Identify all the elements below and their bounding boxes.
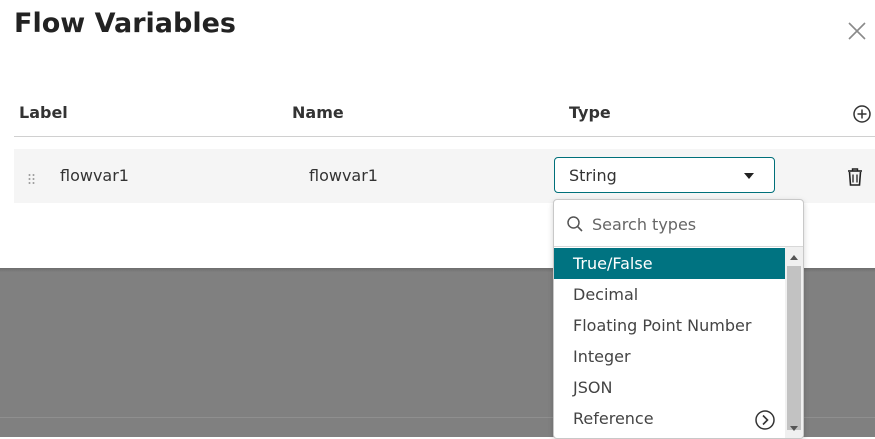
type-select-value: String	[569, 166, 617, 185]
column-header-name: Name	[292, 103, 344, 122]
option-json[interactable]: JSON	[554, 372, 785, 403]
trash-icon[interactable]	[846, 167, 864, 187]
option-decimal[interactable]: Decimal	[554, 279, 785, 310]
header-divider	[14, 136, 875, 137]
search-divider	[554, 246, 803, 247]
scrollbar-thumb[interactable]	[787, 266, 801, 430]
type-dropdown-menu: True/False Decimal Floating Point Number…	[553, 199, 804, 439]
column-header-label: Label	[19, 103, 68, 122]
option-integer[interactable]: Integer	[554, 341, 785, 372]
drag-handle-icon[interactable]	[27, 173, 37, 185]
plus-circle-icon[interactable]	[852, 104, 872, 124]
caret-down-icon	[744, 173, 754, 179]
search-icon	[567, 216, 583, 232]
search-types-input[interactable]	[592, 209, 792, 239]
close-icon[interactable]	[845, 19, 869, 43]
row-name-cell[interactable]: flowvar1	[309, 166, 378, 185]
scroll-up-arrow-icon[interactable]	[789, 253, 799, 261]
option-true-false[interactable]: True/False	[554, 248, 785, 279]
row-label-cell[interactable]: flowvar1	[60, 166, 129, 185]
option-reference[interactable]: Reference	[554, 403, 785, 434]
type-select[interactable]: String	[554, 157, 775, 193]
dialog-title: Flow Variables	[14, 8, 236, 39]
option-floating-point-number[interactable]: Floating Point Number	[554, 310, 785, 341]
scroll-down-arrow-icon[interactable]	[789, 425, 799, 433]
column-header-type: Type	[569, 103, 611, 122]
dropdown-scrollbar[interactable]	[785, 247, 803, 438]
chevron-right-circle-icon[interactable]	[754, 409, 776, 431]
